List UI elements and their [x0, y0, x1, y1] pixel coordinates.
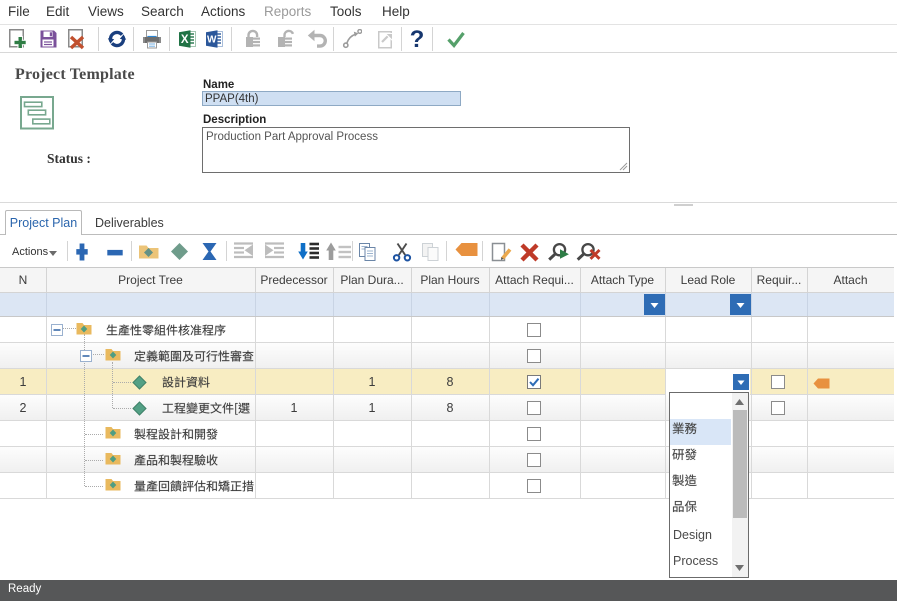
- svg-text:?: ?: [410, 29, 425, 51]
- svg-text:W: W: [207, 35, 217, 46]
- svg-text:X: X: [181, 34, 189, 46]
